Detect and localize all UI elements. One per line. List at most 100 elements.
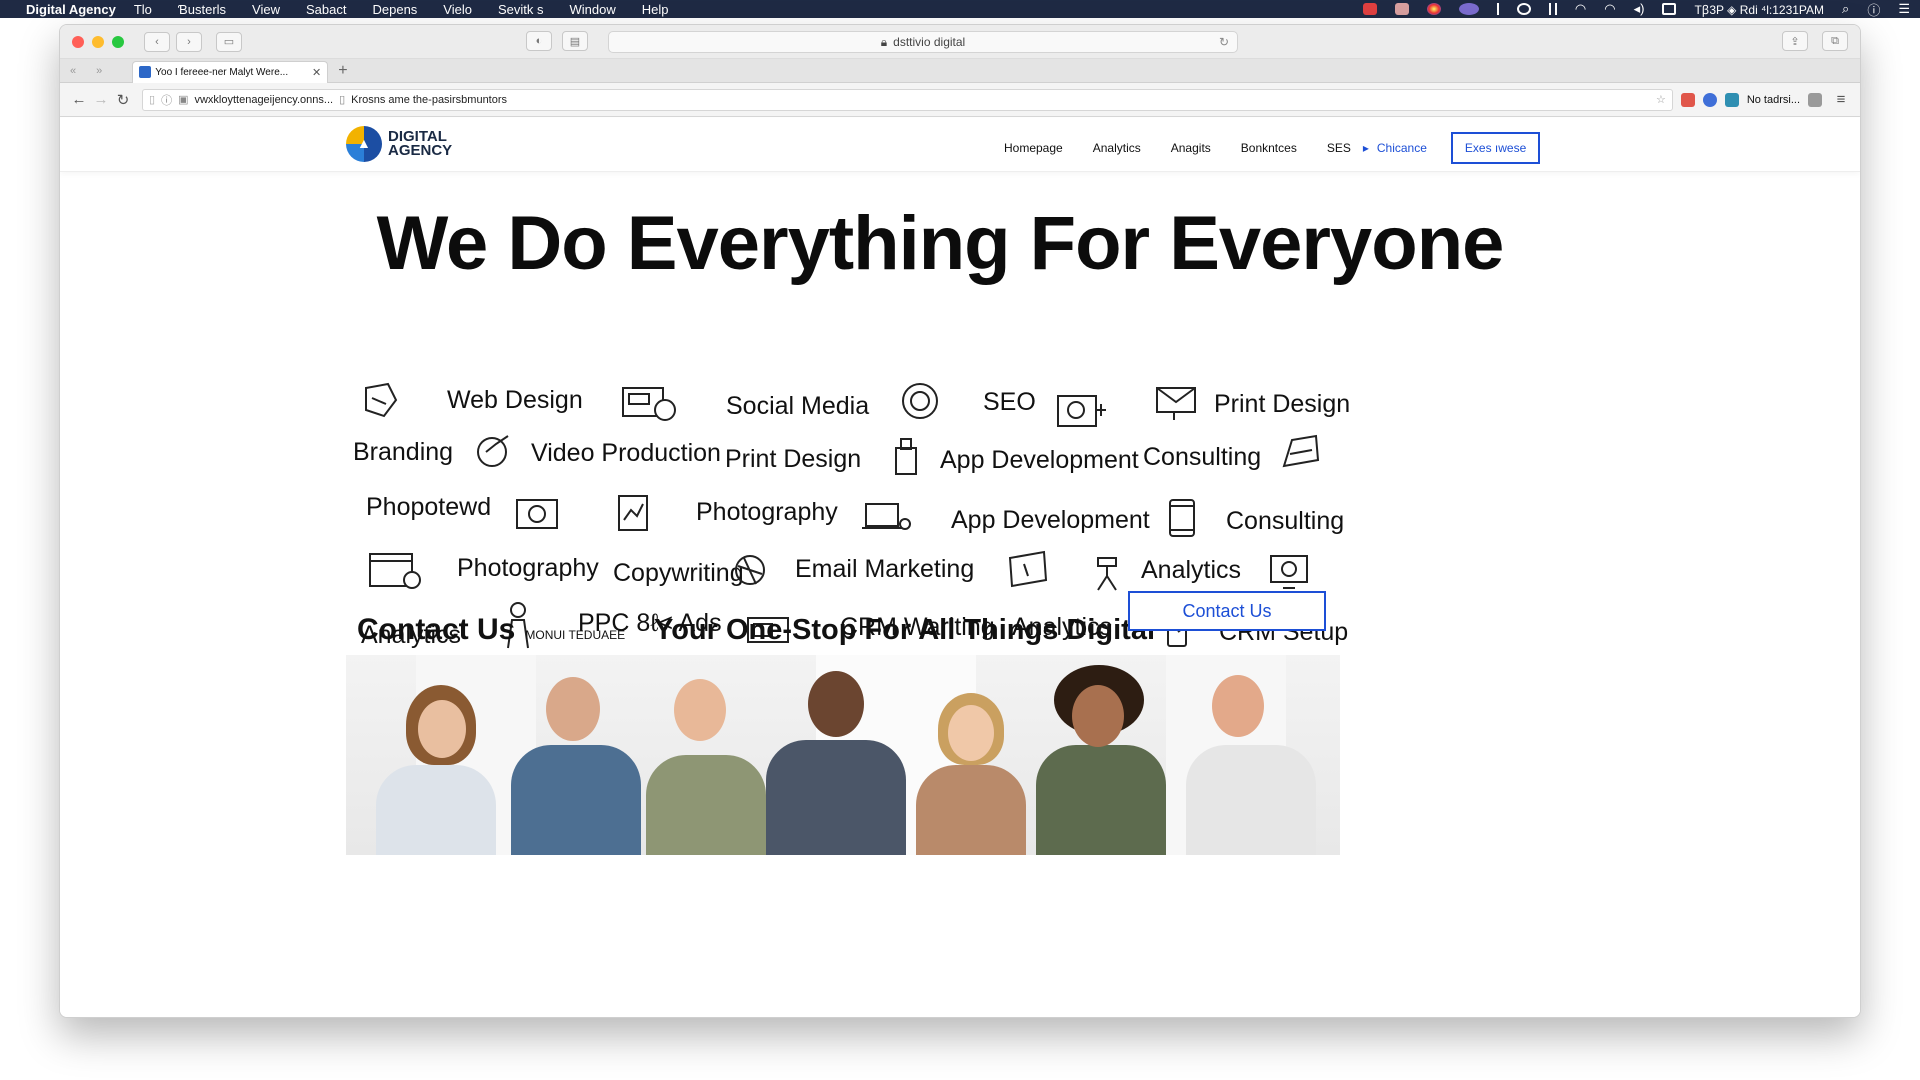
menubar-item[interactable]: Depens xyxy=(372,2,417,17)
nav-cta-button[interactable]: Exes ıwese xyxy=(1450,132,1541,164)
nav-anagits[interactable]: Anagits xyxy=(1171,141,1211,155)
extension-map-icon[interactable] xyxy=(1724,92,1739,107)
info-icon[interactable]: ⓘ xyxy=(1867,0,1880,19)
wifi-icon[interactable]: ◠ xyxy=(1575,1,1586,17)
menubar-clock[interactable]: Tꞵ3P ◈ Rdi ⁴l:1231PAM xyxy=(1694,1,1824,18)
tabs-overview-button[interactable]: ⧉ xyxy=(1822,31,1848,51)
url-bar[interactable]: ▯ ⓘ ▣ vwxkloyttenageijency.onns... ▯ Kro… xyxy=(142,88,1673,111)
bookmark-star-icon[interactable]: ☆ xyxy=(1656,93,1666,106)
contact-heading-text: Contact Us xyxy=(357,613,516,646)
menubar-item[interactable]: Tlo xyxy=(134,2,152,17)
contact-small-text: MONUI TEDUAEE xyxy=(525,628,626,642)
person-7-body xyxy=(1186,745,1316,855)
volume-icon[interactable]: ◂) xyxy=(1634,1,1645,17)
info-circle-icon[interactable]: ⓘ xyxy=(161,92,172,108)
person-3-body xyxy=(646,755,766,855)
nav-homepage[interactable]: Homepage xyxy=(1004,141,1063,155)
back-arrow-icon[interactable]: ← xyxy=(68,91,90,108)
browser-tab[interactable]: Yoo I fereee-ner Malyt Were... ✕ xyxy=(132,60,329,83)
site-logo[interactable]: DIGITAL AGENCY xyxy=(346,126,452,162)
monitor-icon xyxy=(1267,552,1311,592)
service-analytics[interactable]: Analytics xyxy=(1141,556,1241,585)
menubar-app-name[interactable]: Digital Agency xyxy=(26,2,116,17)
title-address-field[interactable]: 🔒︎ dsttivio digital ↻ xyxy=(608,31,1238,53)
pen-status-icon[interactable] xyxy=(1394,3,1409,15)
service-app-development[interactable]: App Development xyxy=(940,446,1139,475)
service-video-production[interactable]: Video Production xyxy=(531,439,721,468)
service-print-design-2[interactable]: Print Design xyxy=(725,445,861,474)
gear-status-icon[interactable] xyxy=(1516,3,1531,15)
shield-button[interactable]: ◐ xyxy=(526,31,552,51)
extension-gray-icon[interactable] xyxy=(1808,92,1822,107)
menubar-item[interactable]: Help xyxy=(642,2,669,17)
nav-bonkntces[interactable]: Bonkntces xyxy=(1241,141,1297,155)
reload-icon[interactable]: ↻ xyxy=(1219,35,1229,49)
sidebar-toggle-icon[interactable]: ▭ xyxy=(216,31,242,52)
reader-button[interactable]: ▤ xyxy=(562,31,588,51)
seo-icon xyxy=(898,381,942,421)
person-5-head xyxy=(948,705,994,761)
service-branding[interactable]: Branding xyxy=(353,438,453,467)
service-consulting-2[interactable]: Consulting xyxy=(1226,507,1344,536)
user-status-icon[interactable] xyxy=(1458,3,1479,15)
web-page: DIGITAL AGENCY Homepage Analytics Anagit… xyxy=(60,118,1860,1017)
share-button[interactable]: ⇪ xyxy=(1782,31,1808,51)
service-print-design[interactable]: Print Design xyxy=(1214,390,1350,419)
extension-label[interactable]: No tadrsi... xyxy=(1747,94,1800,106)
service-photography[interactable]: Photography xyxy=(696,498,838,527)
tab-scroll-left-icon[interactable]: « xyxy=(70,65,76,77)
social-media-icon xyxy=(621,384,677,424)
service-copywriting[interactable]: Copywriting xyxy=(613,559,744,588)
display-icon[interactable] xyxy=(1662,3,1677,15)
shield-status-icon[interactable] xyxy=(1362,3,1377,15)
tab-scroll-right-icon[interactable]: » xyxy=(96,65,102,77)
menubar-item[interactable]: Ɓusterls xyxy=(178,2,226,17)
secure-icon: ▣ xyxy=(178,94,189,106)
close-window-icon[interactable] xyxy=(72,35,84,48)
service-seo[interactable]: SEO xyxy=(983,388,1036,417)
color-status-icon[interactable] xyxy=(1426,3,1441,15)
service-phopotewd[interactable]: Phopotewd xyxy=(366,493,491,522)
extension-blue-icon[interactable] xyxy=(1702,92,1717,107)
tab-title: Yoo I fereee-ner Malyt Were... xyxy=(155,66,289,78)
analytics-frame-icon xyxy=(1006,548,1050,588)
person-3-head xyxy=(674,679,726,741)
menubar-item[interactable]: Vielo xyxy=(443,2,472,17)
back-button[interactable]: ‹ xyxy=(144,31,170,52)
search-icon[interactable]: ⌕ xyxy=(1842,1,1849,17)
wifi-alt-icon[interactable]: ◠ xyxy=(1604,1,1615,17)
person-6-body xyxy=(1036,745,1166,855)
nav-chicance[interactable]: Chicance xyxy=(1363,141,1427,155)
forward-arrow-icon[interactable]: → xyxy=(90,91,112,108)
nav-analytics[interactable]: Analytics xyxy=(1093,141,1141,155)
service-photography-2[interactable]: Photography xyxy=(457,554,599,583)
web-design-icon xyxy=(358,380,402,420)
service-email-marketing[interactable]: Email Marketing xyxy=(795,555,974,584)
service-web-design[interactable]: Web Design xyxy=(447,386,583,415)
new-tab-button[interactable]: + xyxy=(338,62,347,80)
forward-button[interactable]: › xyxy=(176,31,202,52)
minimize-window-icon[interactable] xyxy=(92,35,104,48)
menubar-item[interactable]: Sevitk s xyxy=(498,2,544,17)
close-tab-icon[interactable]: ✕ xyxy=(312,66,321,79)
bolt-status-icon[interactable] xyxy=(1496,3,1499,15)
zoom-window-icon[interactable] xyxy=(112,35,124,48)
extension-red-icon[interactable] xyxy=(1680,92,1695,107)
page-icon: ▯ xyxy=(149,94,156,106)
menu-icon[interactable]: ≡ xyxy=(1830,91,1852,108)
url-suffix: Krosns ame the-pasirsbmuntors xyxy=(351,93,508,106)
person-1-head xyxy=(418,700,466,758)
service-consulting[interactable]: Consulting xyxy=(1143,443,1261,472)
email-icon xyxy=(730,548,774,588)
menubar-item[interactable]: View xyxy=(252,2,280,17)
service-app-development-2[interactable]: App Development xyxy=(951,506,1150,535)
team-photo xyxy=(346,655,1340,855)
nav-ses[interactable]: SES xyxy=(1327,141,1351,155)
menu-extra-icon[interactable]: ☰ xyxy=(1898,1,1910,17)
refresh-icon[interactable]: ↻ xyxy=(112,91,134,109)
contact-us-button[interactable]: Contact Us xyxy=(1128,591,1326,631)
service-social-media[interactable]: Social Media xyxy=(726,392,869,421)
menubar-item[interactable]: Sabact xyxy=(306,2,346,17)
sliders-status-icon[interactable] xyxy=(1548,3,1557,15)
menubar-item[interactable]: Window xyxy=(570,2,616,17)
